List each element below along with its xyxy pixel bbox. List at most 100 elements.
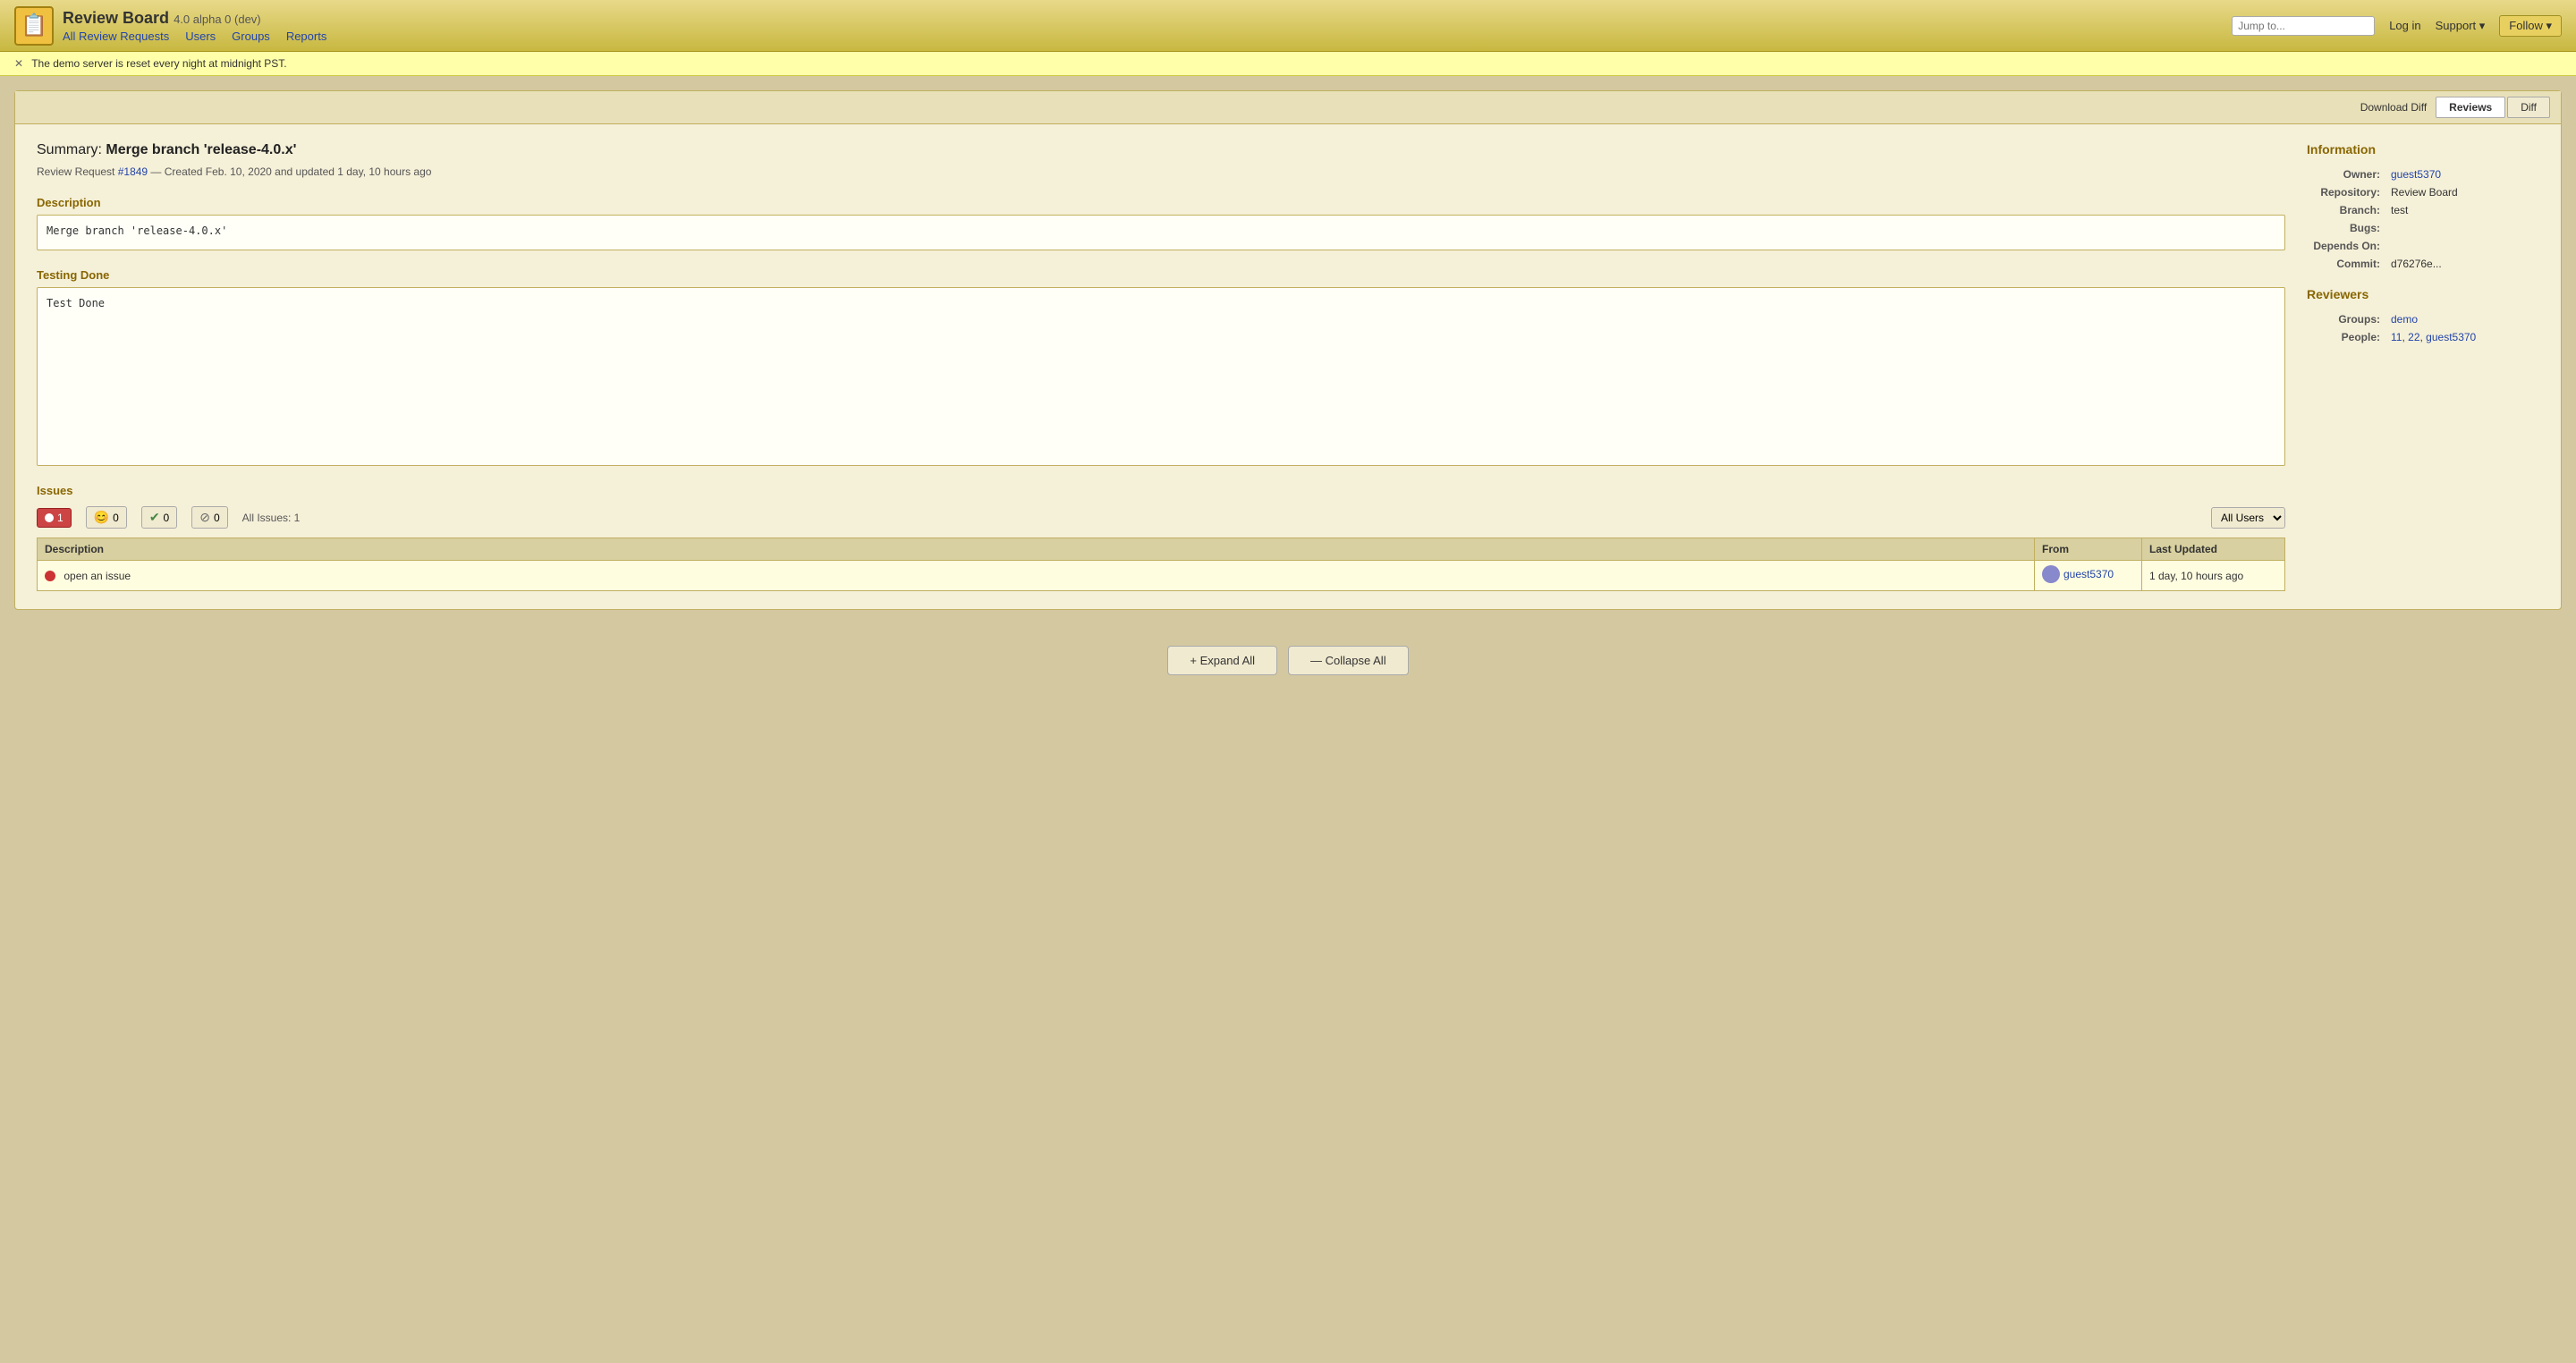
all-issues-label: All Issues: 1 [242,512,301,524]
open-issues-count: 1 [57,512,64,524]
info-branch-row: Branch: test [2307,201,2539,219]
testing-done-label: Testing Done [37,268,2285,282]
repository-label: Repository: [2307,183,2387,201]
people-link-guest5370[interactable]: guest5370 [2426,331,2476,343]
groups-label: Groups: [2307,310,2387,328]
open-dot-icon [45,513,54,522]
smiley-issues-filter[interactable]: 😊 0 [86,506,127,529]
issues-title: Issues [37,484,2285,497]
commit-value: d76276e... [2387,255,2539,273]
description-col-header: Description [38,538,2035,561]
from-col-header: From [2035,538,2142,561]
review-request-link[interactable]: #1849 [118,165,148,178]
x-circle-icon: ⊘ [199,510,210,525]
from-avatar: guest5370 [2042,565,2114,583]
header: Review Board 4.0 alpha 0 (dev) All Revie… [0,0,2576,52]
logo-icon [14,6,54,46]
site-title-area: Review Board 4.0 alpha 0 (dev) All Revie… [63,9,326,43]
nav-reports[interactable]: Reports [286,30,327,43]
follow-button[interactable]: Follow ▾ [2499,15,2562,37]
table-row: open an issue guest5370 1 day, 10 hours … [38,561,2285,591]
site-title: Review Board 4.0 alpha 0 (dev) [63,9,326,28]
summary-line: Summary: Merge branch 'release-4.0.x' [37,142,2285,158]
owner-value: guest5370 [2387,165,2539,183]
info-depends-on-row: Depends On: [2307,237,2539,255]
check-issues-filter[interactable]: ✔ 0 [141,506,177,529]
review-sidebar: Information Owner: guest5370 Repository:… [2307,142,2539,591]
jump-to-input[interactable] [2232,16,2375,36]
collapse-all-button[interactable]: — Collapse All [1288,646,1409,675]
close-banner-button[interactable]: ✕ [14,57,23,70]
review-body: Summary: Merge branch 'release-4.0.x' Re… [15,124,2561,609]
meta-line: Review Request #1849 — Created Feb. 10, … [37,165,2285,178]
bugs-label: Bugs: [2307,219,2387,237]
repository-value: Review Board [2387,183,2539,201]
issue-description-text: open an issue [64,570,131,582]
nav-users[interactable]: Users [185,30,216,43]
issues-tbody: open an issue guest5370 1 day, 10 hours … [38,561,2285,591]
people-link-22[interactable]: 22 [2408,331,2419,343]
smiley-count: 0 [113,512,119,524]
support-button[interactable]: Support ▾ [2436,19,2486,33]
testing-done-value: Test Done [37,287,2285,466]
header-right: Log in Support ▾ Follow ▾ [2232,15,2562,37]
expand-all-button[interactable]: + Expand All [1167,646,1277,675]
summary-value: Merge branch 'release-4.0.x' [106,142,296,157]
issues-table: Description From Last Updated open an is… [37,538,2285,591]
owner-link[interactable]: guest5370 [2391,168,2441,181]
main-content: Download Diff Reviews Diff Summary: Merg… [14,90,2562,610]
check-count: 0 [164,512,170,524]
info-commit-row: Commit: d76276e... [2307,255,2539,273]
branch-label: Branch: [2307,201,2387,219]
login-link[interactable]: Log in [2389,19,2420,32]
people-value: 11, 22, guest5370 [2387,328,2539,346]
last-updated-col-header: Last Updated [2142,538,2285,561]
check-icon: ✔ [149,510,160,525]
commit-label: Commit: [2307,255,2387,273]
issues-filters: 1 😊 0 ✔ 0 ⊘ 0 [37,506,2285,529]
bugs-value [2387,219,2539,237]
smiley-icon: 😊 [94,510,109,525]
information-title: Information [2307,142,2539,157]
issue-status-icon [45,571,55,581]
owner-label: Owner: [2307,165,2387,183]
branch-value: test [2387,201,2539,219]
nav-all-review-requests[interactable]: All Review Requests [63,30,169,43]
x-issues-filter[interactable]: ⊘ 0 [191,506,227,529]
reviewers-table: Groups: demo People: 11, 22, guest5370 [2307,310,2539,346]
issue-last-updated-cell: 1 day, 10 hours ago [2142,561,2285,591]
issues-table-header: Description From Last Updated [38,538,2285,561]
review-main: Summary: Merge branch 'release-4.0.x' Re… [37,142,2285,591]
open-issues-filter[interactable]: 1 [37,508,72,528]
description-value: Merge branch 'release-4.0.x' [37,215,2285,250]
people-label: People: [2307,328,2387,346]
people-link-11[interactable]: 11 [2391,331,2402,343]
summary-label: Summary: [37,142,102,157]
reviews-tab[interactable]: Reviews [2436,97,2505,118]
demo-banner-text: The demo server is reset every night at … [31,57,286,70]
groups-value: demo [2387,310,2539,328]
nav-links: All Review Requests Users Groups Reports [63,30,326,43]
avatar [2042,565,2060,583]
diff-tab[interactable]: Diff [2507,97,2550,118]
demo-banner: ✕ The demo server is reset every night a… [0,52,2576,76]
groups-link[interactable]: demo [2391,313,2418,326]
info-bugs-row: Bugs: [2307,219,2539,237]
issue-from-cell: guest5370 [2035,561,2142,591]
issue-description-cell: open an issue [38,561,2035,591]
nav-groups[interactable]: Groups [232,30,270,43]
review-toolbar: Download Diff Reviews Diff [15,91,2561,124]
description-label: Description [37,196,2285,209]
reviewers-groups-row: Groups: demo [2307,310,2539,328]
x-count: 0 [214,512,220,524]
issues-user-select[interactable]: All Users [2211,507,2285,529]
depends-on-value [2387,237,2539,255]
info-repository-row: Repository: Review Board [2307,183,2539,201]
download-diff-btn[interactable]: Download Diff [2360,101,2427,114]
logo-area: Review Board 4.0 alpha 0 (dev) All Revie… [14,6,2232,46]
from-user-link[interactable]: guest5370 [2063,568,2114,580]
depends-on-label: Depends On: [2307,237,2387,255]
issues-section: Issues 1 😊 0 ✔ 0 [37,484,2285,591]
information-table: Owner: guest5370 Repository: Review Boar… [2307,165,2539,273]
info-owner-row: Owner: guest5370 [2307,165,2539,183]
